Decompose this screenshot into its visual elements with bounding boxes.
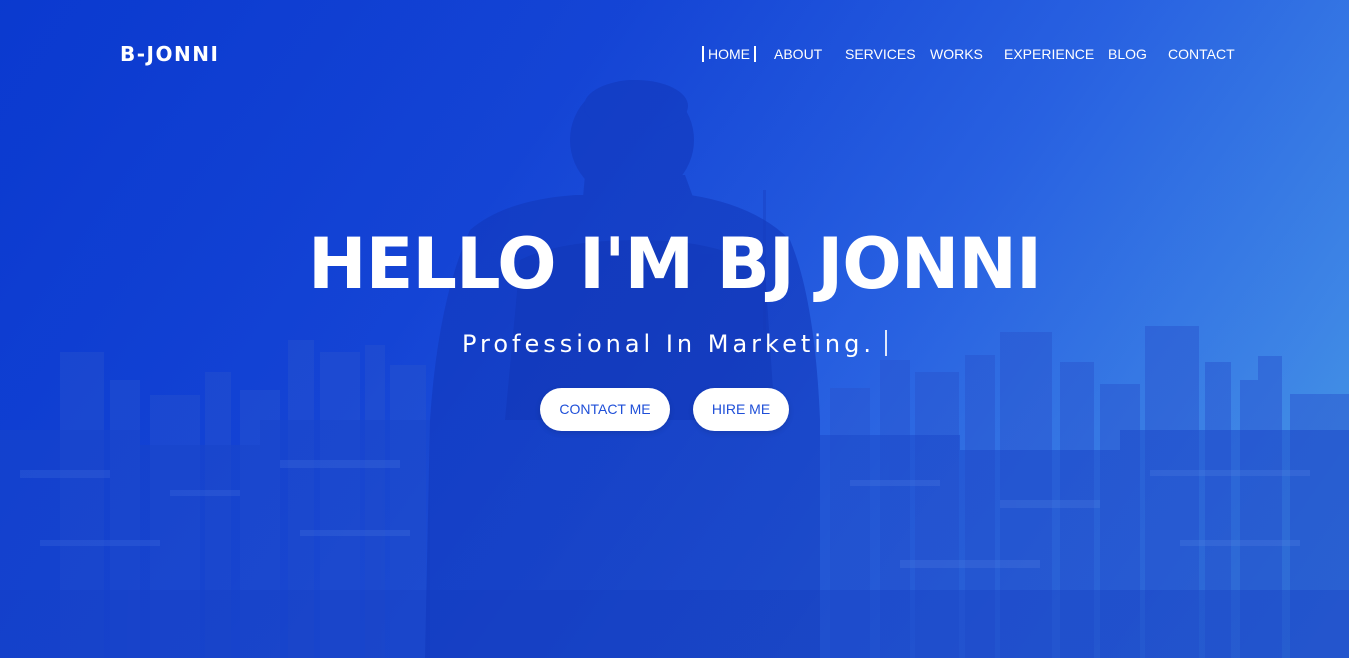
nav-item-experience[interactable]: EXPERIENCE bbox=[1004, 44, 1094, 64]
contact-me-button[interactable]: CONTACT ME bbox=[540, 388, 670, 431]
brand-logo[interactable]: B-JONNI bbox=[120, 42, 219, 66]
main-nav: HOME ABOUT SERVICES WORKS EXPERIENCE BLO… bbox=[700, 44, 1240, 64]
typing-cursor bbox=[885, 330, 888, 356]
hero-section: B-JONNI HOME ABOUT SERVICES WORKS EXPERI… bbox=[0, 0, 1349, 658]
nav-item-blog[interactable]: BLOG bbox=[1108, 44, 1147, 64]
hero-subtitle: Professional In Marketing. bbox=[461, 330, 876, 358]
hire-me-button[interactable]: HIRE ME bbox=[693, 388, 789, 431]
nav-item-about[interactable]: ABOUT bbox=[774, 44, 822, 64]
hero-title: HELLO I'M BJ JONNI bbox=[307, 223, 1042, 305]
nav-item-services[interactable]: SERVICES bbox=[845, 44, 916, 64]
hero-subtitle-line: Professional In Marketing. bbox=[0, 328, 1349, 360]
nav-item-works[interactable]: WORKS bbox=[930, 44, 983, 64]
nav-item-contact[interactable]: CONTACT bbox=[1168, 44, 1235, 64]
nav-item-home[interactable]: HOME bbox=[702, 46, 756, 62]
